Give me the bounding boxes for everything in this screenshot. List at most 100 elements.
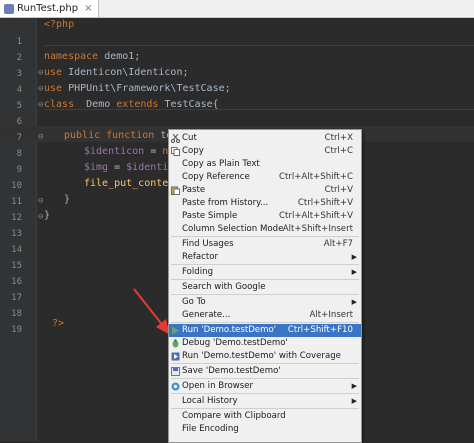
- code-line-1: <?php: [44, 19, 74, 30]
- editor-tab-bar: RunTest.php ×: [0, 0, 474, 18]
- menu-separator: [171, 294, 359, 295]
- line-number: 2: [16, 53, 22, 63]
- menu-item-column-selection-mode[interactable]: Column Selection Mode Alt+Shift+Insert: [169, 223, 361, 236]
- menu-item-shortcut: Alt+Insert: [309, 310, 354, 320]
- code-text: }: [44, 210, 51, 221]
- menu-item-label: Local History: [182, 396, 238, 406]
- menu-item-shortcut: Ctrl+C: [324, 146, 354, 156]
- keyword: public function: [64, 130, 155, 141]
- keyword: use: [44, 83, 63, 94]
- menu-item-search-with-google[interactable]: Search with Google: [169, 281, 361, 294]
- menu-separator: [171, 279, 359, 280]
- menu-item-cut[interactable]: Cut Ctrl+X: [169, 132, 361, 145]
- copy-icon: [171, 147, 180, 156]
- menu-item-copy[interactable]: Copy Ctrl+C: [169, 145, 361, 158]
- line-number: 12: [11, 213, 22, 223]
- php-file-icon: [4, 3, 14, 14]
- fold-marker-icon[interactable]: ⊖: [38, 84, 43, 94]
- menu-item-shortcut: Ctrl+X: [324, 133, 353, 143]
- php-open-tag: <?php: [44, 19, 75, 30]
- menu-item-open-in-browser[interactable]: Open in Browser ▶: [169, 380, 361, 393]
- menu-item-label: Column Selection Mode: [182, 224, 284, 234]
- line-number: 15: [11, 261, 22, 271]
- keyword: namespace: [44, 51, 99, 62]
- menu-item-copy-reference[interactable]: Copy Reference Ctrl+Alt+Shift+C: [169, 171, 361, 184]
- close-icon[interactable]: ×: [84, 0, 92, 17]
- tab-runtest[interactable]: RunTest.php ×: [0, 0, 100, 17]
- line-number: 18: [11, 309, 22, 319]
- menu-item-shortcut: Alt+F7: [323, 239, 353, 249]
- line-number: 1: [16, 37, 22, 47]
- line-number: 6: [16, 117, 22, 127]
- line-number: 13: [11, 229, 22, 239]
- menu-item-label: Compare with Clipboard: [182, 411, 286, 421]
- menu-item-label: Find Usages: [182, 239, 234, 249]
- menu-item-find-usages[interactable]: Find Usages Alt+F7: [169, 238, 361, 251]
- code-line-9: $identicon = new: [84, 146, 180, 157]
- menu-item-label: Refactor: [182, 252, 219, 262]
- scissors-icon: [171, 134, 180, 143]
- fold-marker-icon[interactable]: ⊖: [38, 100, 43, 110]
- menu-item-label: Copy as Plain Text: [182, 159, 260, 169]
- menu-item-label: Paste: [182, 185, 206, 195]
- fold-marker-icon[interactable]: ⊖: [38, 196, 43, 206]
- menu-item-save-configuration[interactable]: Save 'Demo.testDemo': [169, 365, 361, 378]
- method-separator: [44, 45, 474, 46]
- line-number: 3: [16, 69, 22, 79]
- menu-item-label: Save 'Demo.testDemo': [182, 366, 281, 376]
- menu-item-label: Search with Google: [182, 282, 266, 292]
- save-config-icon: [171, 367, 180, 376]
- fold-marker-icon[interactable]: ⊖: [38, 68, 43, 78]
- menu-item-generate[interactable]: Generate... Alt+Insert: [169, 309, 361, 322]
- php-close-tag: ?>: [52, 318, 65, 329]
- menu-item-folding[interactable]: Folding ▶: [169, 266, 361, 279]
- line-number: 17: [11, 293, 22, 303]
- menu-item-go-to[interactable]: Go To ▶: [169, 296, 361, 309]
- menu-item-local-history[interactable]: Local History ▶: [169, 395, 361, 408]
- code-line-6: class Demo extends TestCase{: [44, 99, 219, 110]
- submenu-arrow-icon: ▶: [351, 397, 357, 405]
- menu-item-label: Paste Simple: [182, 211, 238, 221]
- code-line-5: use PHPUnit\Framework\TestCase;: [44, 83, 231, 94]
- debug-icon: [172, 339, 179, 348]
- code-line-20: ?>: [52, 318, 64, 329]
- line-number: 14: [11, 245, 22, 255]
- menu-item-debug-test[interactable]: Debug 'Demo.testDemo': [169, 337, 361, 350]
- menu-item-run-with-coverage[interactable]: Run 'Demo.testDemo' with Coverage: [169, 350, 361, 363]
- menu-separator: [171, 322, 359, 323]
- menu-separator: [171, 363, 359, 364]
- menu-item-paste-simple[interactable]: Paste Simple Ctrl+Alt+Shift+V: [169, 210, 361, 223]
- menu-item-shortcut: Ctrl+Shift+V: [297, 198, 353, 208]
- variable: $identicon: [84, 146, 145, 157]
- menu-item-copy-plain-text[interactable]: Copy as Plain Text: [169, 158, 361, 171]
- menu-item-refactor[interactable]: Refactor ▶: [169, 251, 361, 264]
- menu-item-shortcut: Alt+Shift+Insert: [282, 224, 353, 234]
- menu-item-paste-from-history[interactable]: Paste from History... Ctrl+Shift+V: [169, 197, 361, 210]
- menu-item-file-encoding[interactable]: File Encoding: [169, 423, 361, 436]
- menu-item-label: Open in Browser: [182, 381, 254, 391]
- line-number: 4: [16, 85, 22, 95]
- menu-item-label: Run 'Demo.testDemo': [182, 325, 277, 335]
- run-icon: [172, 326, 180, 335]
- menu-item-label: Paste from History...: [182, 198, 269, 208]
- menu-item-label: Copy Reference: [182, 172, 250, 182]
- menu-item-label: File Encoding: [182, 424, 239, 434]
- code-line-4: use Identicon\Identicon;: [44, 67, 189, 78]
- menu-item-compare-with-clipboard[interactable]: Compare with Clipboard: [169, 410, 361, 423]
- fold-marker-icon[interactable]: ⊖: [38, 212, 43, 222]
- fold-marker-icon[interactable]: ⊖: [38, 132, 43, 142]
- menu-separator: [171, 393, 359, 394]
- code-line-12: }: [64, 194, 70, 205]
- menu-item-run-test[interactable]: Run 'Demo.testDemo' Ctrl+Shift+F10: [169, 324, 361, 337]
- menu-separator: [171, 378, 359, 379]
- coverage-icon: [171, 352, 180, 361]
- line-number: 5: [16, 101, 22, 111]
- submenu-arrow-icon: ▶: [351, 298, 357, 306]
- menu-item-shortcut: Ctrl+V: [324, 185, 353, 195]
- menu-item-label: Debug 'Demo.testDemo': [182, 338, 288, 348]
- submenu-arrow-icon: ▶: [351, 382, 357, 390]
- code-line-8: public function test: [64, 130, 184, 141]
- code-text: TestCase{: [158, 99, 219, 110]
- keyword: extends: [116, 99, 159, 110]
- menu-item-paste[interactable]: Paste Ctrl+V: [169, 184, 361, 197]
